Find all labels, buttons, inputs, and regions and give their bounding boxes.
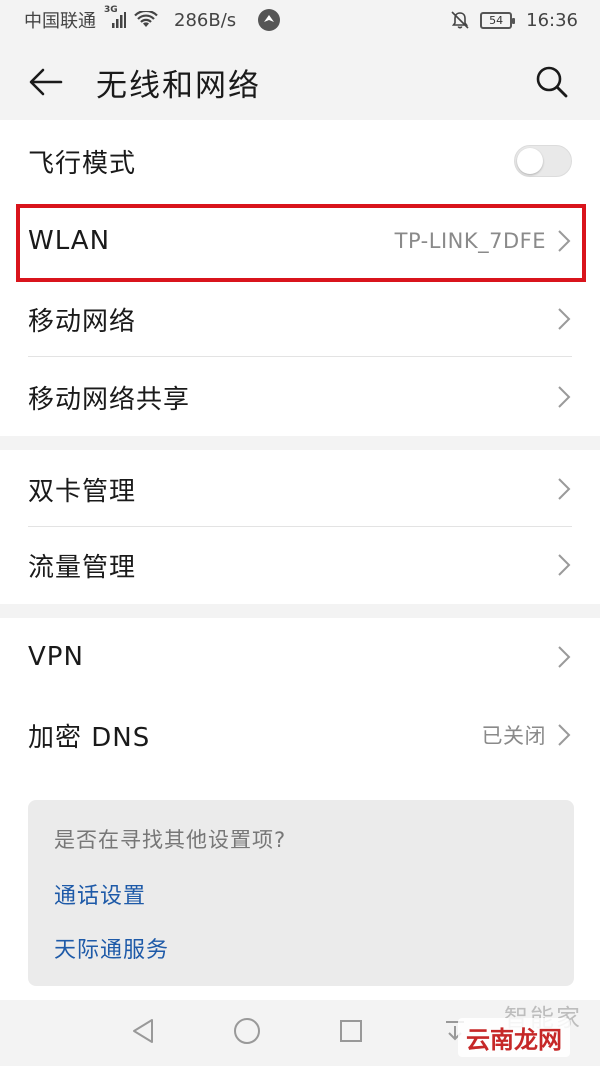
chevron-right-icon (556, 644, 572, 670)
status-bar: 中国联通 3G 286B/s 54 16:36 (0, 0, 600, 40)
tethering-row[interactable]: 移动网络共享 (0, 358, 600, 436)
suggestions-card: 是否在寻找其他设置项? 通话设置 天际通服务 (28, 800, 574, 986)
search-icon[interactable] (532, 62, 572, 102)
back-triangle-icon[interactable] (128, 1016, 158, 1046)
recents-square-icon[interactable] (336, 1016, 366, 1046)
clock: 16:36 (526, 9, 578, 31)
notification-app-icon (258, 9, 281, 31)
chevron-right-icon (556, 306, 572, 332)
row-label: 加密 DNS (28, 722, 151, 753)
title-bar: 无线和网络 (0, 40, 600, 120)
page-title: 无线和网络 (96, 68, 261, 104)
chevron-right-icon (556, 722, 572, 748)
back-arrow-icon[interactable] (26, 62, 66, 102)
mobile-network-row[interactable]: 移动网络 (0, 280, 600, 358)
airplane-mode-toggle[interactable] (514, 145, 572, 177)
row-label: 飞行模式 (28, 148, 137, 179)
chevron-right-icon (556, 476, 572, 502)
chevron-right-icon (556, 384, 572, 410)
airplane-mode-row[interactable]: 飞行模式 (0, 122, 600, 200)
wlan-highlight-frame (16, 204, 586, 282)
suggestions-title: 是否在寻找其他设置项? (54, 828, 287, 852)
bell-muted-icon (450, 10, 470, 30)
battery-icon: 54 (480, 11, 516, 29)
carrier-label: 中国联通 (24, 11, 96, 32)
row-label: 移动网络共享 (28, 384, 191, 415)
settings-group-sim: 双卡管理 流量管理 (0, 450, 600, 604)
home-circle-icon[interactable] (232, 1016, 262, 1046)
call-settings-link[interactable]: 通话设置 (54, 878, 146, 910)
network-speed: 286B/s (174, 9, 237, 31)
chevron-right-icon (556, 552, 572, 578)
row-label: 流量管理 (28, 552, 137, 583)
vpn-row[interactable]: VPN (0, 618, 600, 696)
divider (28, 356, 572, 357)
network-type-label: 3G (104, 5, 118, 15)
toggle-knob (517, 148, 543, 174)
private-dns-row[interactable]: 加密 DNS 已关闭 (0, 696, 600, 774)
watermark: 云南龙网 (458, 1018, 570, 1057)
cellular-signal-icon: 3G (104, 5, 126, 29)
row-label: 移动网络 (28, 306, 137, 337)
data-usage-row[interactable]: 流量管理 (0, 526, 600, 604)
skytone-service-link[interactable]: 天际通服务 (54, 932, 169, 964)
row-label: 双卡管理 (28, 476, 137, 507)
row-label: VPN (28, 642, 84, 672)
dual-sim-row[interactable]: 双卡管理 (0, 450, 600, 528)
battery-level: 54 (489, 13, 504, 27)
private-dns-status: 已关闭 (481, 724, 546, 748)
wifi-icon (134, 11, 158, 29)
